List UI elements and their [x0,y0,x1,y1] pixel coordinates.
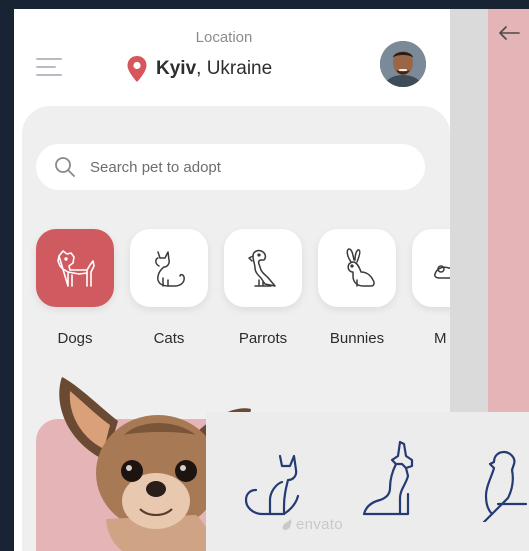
back-button[interactable] [494,19,524,47]
category-cats[interactable] [130,229,208,307]
mouse-icon [434,265,450,279]
envato-leaf-icon [282,519,292,530]
category-bunnies[interactable] [318,229,396,307]
category-label-bunnies: Bunnies [329,330,385,347]
watermark-text: envato [296,516,343,533]
watermark: envato [282,516,343,533]
category-mice[interactable] [412,229,450,307]
menu-line-icon [36,74,62,76]
category-label-dogs: Dogs [57,330,93,347]
user-photo [380,41,426,87]
current-location: Kyiv, Ukraine [156,58,272,80]
dog-icon [57,250,95,287]
cat-icon [155,251,185,287]
search-bar[interactable] [36,144,425,190]
category-parrots[interactable] [224,229,302,307]
search-input[interactable] [88,157,392,177]
category-label-cats: Cats [153,330,185,347]
avatar[interactable] [380,41,426,87]
parrot-icon [248,249,276,287]
menu-button[interactable] [36,53,68,81]
location-selector[interactable]: Kyiv, Ukraine [126,55,272,83]
search-icon [55,157,75,177]
category-label-mice: M [434,330,447,347]
country-name: , Ukraine [196,58,273,79]
cat-outline-icon [244,454,300,516]
menu-line-icon [36,58,62,60]
menu-line-icon [36,66,56,68]
location-caption: Location [195,29,253,46]
bunny-icon [346,248,375,287]
dog-outline-icon [362,440,414,516]
parrot-outline-icon [482,450,528,522]
city-name: Kyiv [156,58,197,79]
location-pin-icon [127,56,147,82]
icon-preview-overlay: envato [206,412,529,551]
category-dogs[interactable] [36,229,114,307]
category-label-parrots: Parrots [238,330,288,347]
arrow-left-icon [499,26,520,40]
